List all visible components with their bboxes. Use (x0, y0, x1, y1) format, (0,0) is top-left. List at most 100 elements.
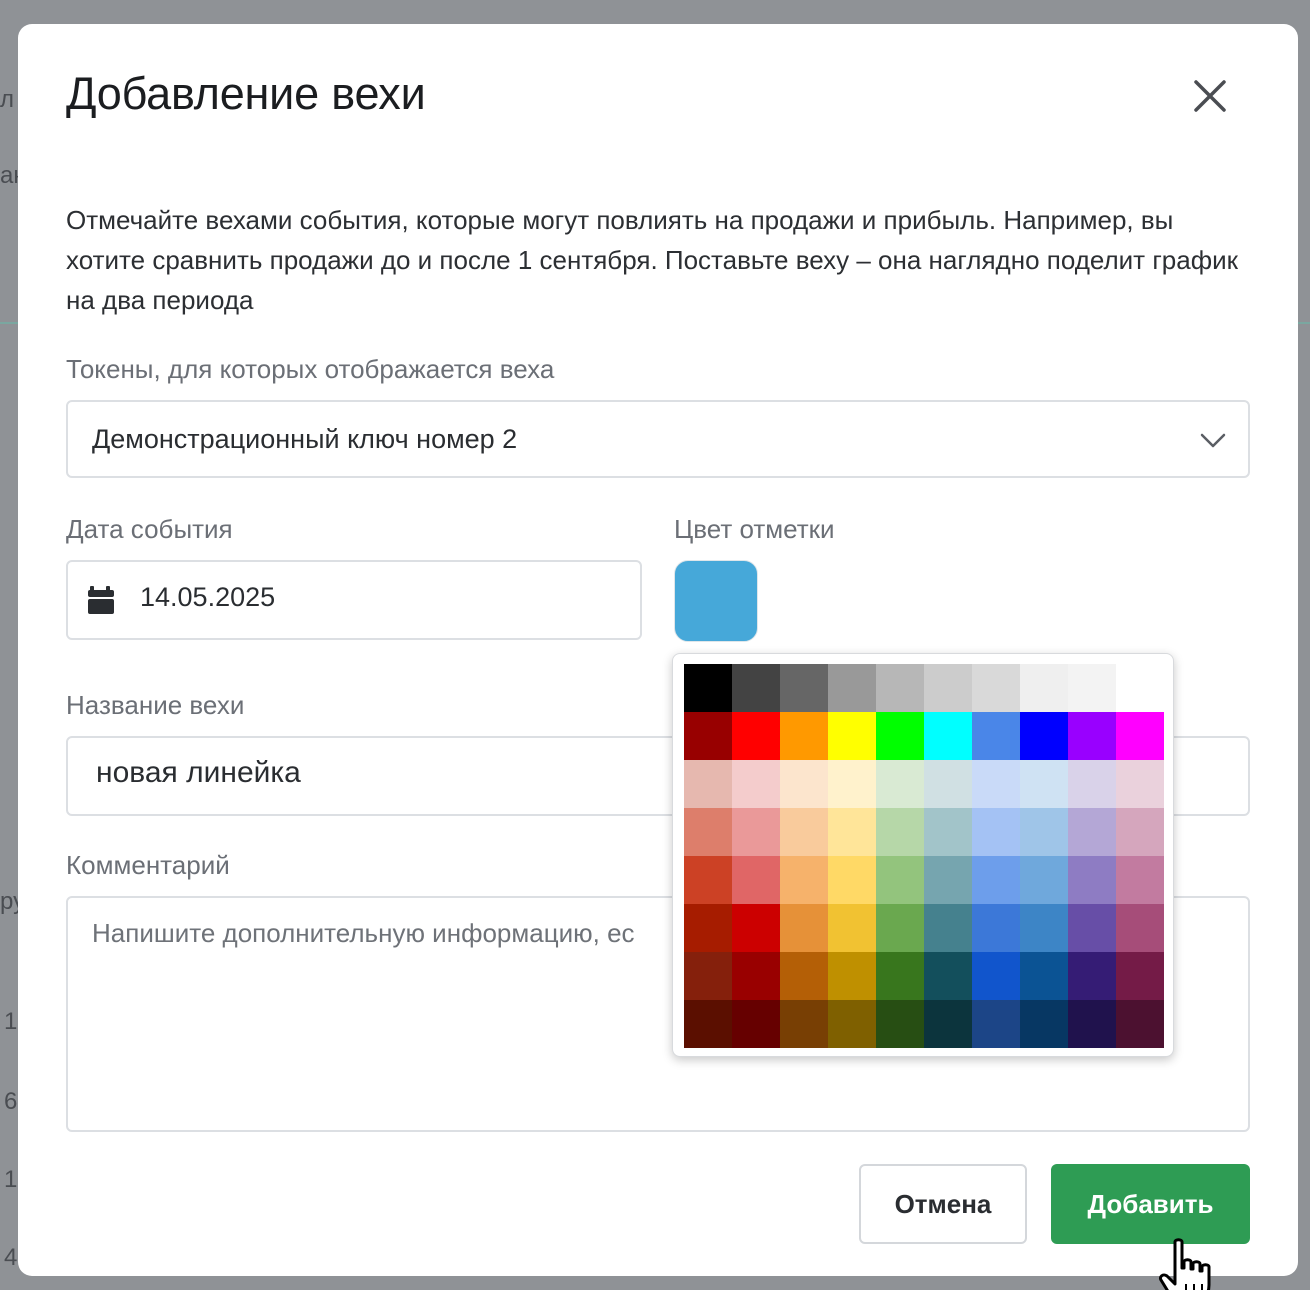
palette-color-cell[interactable] (828, 904, 876, 952)
palette-color-cell[interactable] (1116, 904, 1164, 952)
color-palette-grid (684, 664, 1164, 1048)
palette-color-cell[interactable] (684, 808, 732, 856)
palette-color-cell[interactable] (924, 760, 972, 808)
date-value: 14.05.2025 (140, 582, 276, 612)
palette-color-cell[interactable] (972, 856, 1020, 904)
palette-color-cell[interactable] (828, 1000, 876, 1048)
color-swatch-button[interactable] (674, 560, 758, 642)
palette-color-cell[interactable] (1068, 760, 1116, 808)
palette-color-cell[interactable] (1116, 952, 1164, 1000)
palette-color-cell[interactable] (732, 712, 780, 760)
palette-color-cell[interactable] (876, 952, 924, 1000)
background-divider (0, 322, 18, 324)
palette-color-cell[interactable] (924, 808, 972, 856)
name-label: Название вехи (66, 690, 245, 720)
palette-color-cell[interactable] (780, 1000, 828, 1048)
modal-description: Отмечайте вехами события, которые могут … (66, 205, 1239, 315)
palette-color-cell[interactable] (1020, 808, 1068, 856)
palette-color-cell[interactable] (1068, 952, 1116, 1000)
palette-color-cell[interactable] (684, 760, 732, 808)
palette-color-cell[interactable] (732, 856, 780, 904)
palette-color-cell[interactable] (780, 856, 828, 904)
tokens-select[interactable]: Демонстрационный ключ номер 2 (66, 400, 1250, 478)
palette-color-cell[interactable] (1020, 664, 1068, 712)
palette-color-cell[interactable] (684, 1000, 732, 1048)
palette-color-cell[interactable] (780, 904, 828, 952)
palette-color-cell[interactable] (972, 712, 1020, 760)
palette-color-cell[interactable] (1116, 808, 1164, 856)
palette-color-cell[interactable] (924, 904, 972, 952)
background-fragment: 1 (4, 1166, 18, 1193)
palette-color-cell[interactable] (684, 712, 732, 760)
palette-color-cell[interactable] (780, 808, 828, 856)
palette-color-cell[interactable] (876, 760, 924, 808)
palette-color-cell[interactable] (876, 712, 924, 760)
palette-color-cell[interactable] (1020, 952, 1068, 1000)
palette-color-cell[interactable] (1116, 760, 1164, 808)
palette-color-cell[interactable] (876, 856, 924, 904)
palette-color-cell[interactable] (1068, 712, 1116, 760)
palette-color-cell[interactable] (684, 904, 732, 952)
cancel-button[interactable]: Отмена (859, 1164, 1027, 1244)
palette-color-cell[interactable] (1116, 856, 1164, 904)
palette-color-cell[interactable] (780, 760, 828, 808)
palette-color-cell[interactable] (1020, 856, 1068, 904)
palette-color-cell[interactable] (732, 664, 780, 712)
palette-color-cell[interactable] (924, 952, 972, 1000)
palette-color-cell[interactable] (1020, 760, 1068, 808)
palette-color-cell[interactable] (876, 904, 924, 952)
palette-color-cell[interactable] (828, 712, 876, 760)
background-fragment: л (0, 86, 15, 113)
palette-color-cell[interactable] (972, 808, 1020, 856)
palette-color-cell[interactable] (1068, 808, 1116, 856)
date-label: Дата события (66, 514, 233, 544)
color-label: Цвет отметки (674, 514, 835, 544)
comment-label: Комментарий (66, 850, 230, 880)
color-palette-popup (672, 653, 1174, 1057)
palette-color-cell[interactable] (924, 1000, 972, 1048)
palette-color-cell[interactable] (780, 664, 828, 712)
palette-color-cell[interactable] (1068, 664, 1116, 712)
palette-color-cell[interactable] (924, 664, 972, 712)
palette-color-cell[interactable] (876, 1000, 924, 1048)
palette-color-cell[interactable] (828, 952, 876, 1000)
palette-color-cell[interactable] (732, 904, 780, 952)
date-field[interactable]: 14.05.2025 (66, 560, 642, 640)
palette-color-cell[interactable] (1020, 1000, 1068, 1048)
palette-color-cell[interactable] (1116, 712, 1164, 760)
palette-color-cell[interactable] (684, 856, 732, 904)
palette-color-cell[interactable] (684, 664, 732, 712)
palette-color-cell[interactable] (828, 760, 876, 808)
palette-color-cell[interactable] (732, 760, 780, 808)
palette-color-cell[interactable] (1020, 712, 1068, 760)
palette-color-cell[interactable] (684, 952, 732, 1000)
palette-color-cell[interactable] (876, 664, 924, 712)
close-icon (1194, 80, 1226, 112)
palette-color-cell[interactable] (972, 904, 1020, 952)
palette-color-cell[interactable] (972, 952, 1020, 1000)
palette-color-cell[interactable] (1020, 904, 1068, 952)
palette-color-cell[interactable] (828, 808, 876, 856)
palette-color-cell[interactable] (972, 760, 1020, 808)
palette-color-cell[interactable] (1116, 664, 1164, 712)
palette-color-cell[interactable] (732, 952, 780, 1000)
close-button[interactable] (1188, 74, 1232, 118)
palette-color-cell[interactable] (828, 664, 876, 712)
palette-color-cell[interactable] (732, 1000, 780, 1048)
palette-color-cell[interactable] (1068, 904, 1116, 952)
palette-color-cell[interactable] (876, 808, 924, 856)
palette-color-cell[interactable] (1068, 856, 1116, 904)
add-button[interactable]: Добавить (1051, 1164, 1250, 1244)
palette-color-cell[interactable] (780, 712, 828, 760)
palette-color-cell[interactable] (972, 664, 1020, 712)
palette-color-cell[interactable] (780, 952, 828, 1000)
palette-color-cell[interactable] (1116, 1000, 1164, 1048)
background-divider (1298, 322, 1310, 324)
palette-color-cell[interactable] (924, 712, 972, 760)
palette-color-cell[interactable] (732, 808, 780, 856)
palette-color-cell[interactable] (924, 856, 972, 904)
palette-color-cell[interactable] (828, 856, 876, 904)
palette-color-cell[interactable] (972, 1000, 1020, 1048)
chevron-down-icon (1200, 433, 1226, 448)
palette-color-cell[interactable] (1068, 1000, 1116, 1048)
